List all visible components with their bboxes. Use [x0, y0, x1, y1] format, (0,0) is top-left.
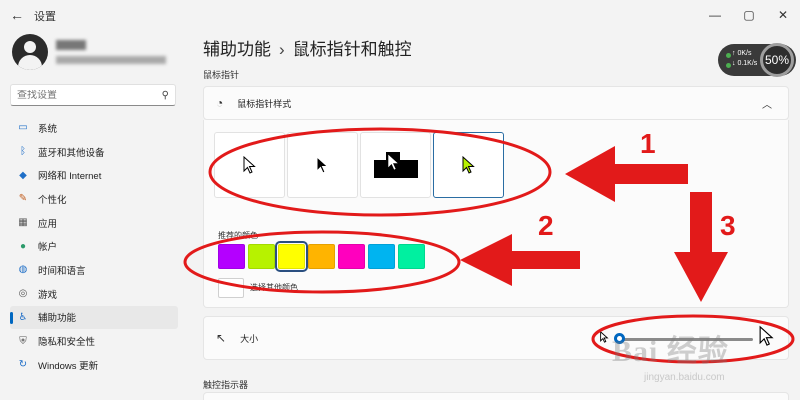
upload-dot-icon	[726, 53, 731, 58]
pointer-style-custom[interactable]	[433, 132, 504, 198]
app-title: 设置	[34, 11, 56, 23]
pointer-style-inverted[interactable]	[360, 132, 431, 198]
custom-color-cursor-icon	[462, 156, 475, 174]
touch-indicator-panel[interactable]	[203, 392, 789, 400]
white-cursor-icon	[243, 156, 256, 174]
color-swatch-4[interactable]	[338, 244, 365, 269]
pointer-style-white[interactable]	[214, 132, 285, 198]
avatar[interactable]	[12, 34, 48, 70]
sidebar-item-0[interactable]: ▭ 系统	[10, 116, 178, 140]
search-box[interactable]: ⚲	[10, 84, 176, 106]
sidebar-item-1[interactable]: ᛒ 蓝牙和其他设备	[10, 140, 178, 164]
custom-color-label: 选择其他颜色	[250, 283, 298, 292]
color-swatch-2[interactable]	[275, 241, 308, 272]
maximize-button[interactable]: ▢	[732, 0, 766, 30]
pointer-style-black[interactable]	[287, 132, 358, 198]
breadcrumb-parent[interactable]: 辅助功能	[203, 40, 271, 59]
sidebar-item-label: 辅助功能	[38, 313, 77, 325]
watermark: Bai 经验 jingyan.baidu.com	[612, 318, 792, 388]
search-input[interactable]	[17, 89, 147, 101]
account-icon: ●	[19, 240, 27, 252]
color-swatch-5[interactable]	[368, 244, 395, 269]
size-pointer-icon: ↖	[216, 331, 227, 345]
inverted-cursor-icon	[373, 152, 418, 178]
sidebar-item-label: 游戏	[38, 289, 58, 301]
sidebar-item-label: 帐户	[38, 242, 58, 254]
sidebar-item-9[interactable]: ⛨ 隐私和安全性	[10, 329, 178, 353]
sidebar-item-5[interactable]: ● 帐户	[10, 234, 178, 258]
sidebar-item-2[interactable]: ◆ 网络和 Internet	[10, 163, 178, 187]
sidebar-item-label: 隐私和安全性	[38, 337, 96, 349]
bluetooth-icon: ᛒ	[20, 146, 26, 158]
color-swatch-6[interactable]	[398, 244, 425, 269]
sidebar-nav: ▭ 系统 ᛒ 蓝牙和其他设备 ◆ 网络和 Internet ✎ 个性化 ▦ 应用 ● 帐户 ◍ 时间和语言…	[10, 116, 178, 377]
shield-icon: ⛨	[19, 335, 27, 347]
pointer-style-title: 鼠标指针样式	[237, 98, 292, 109]
usage-gauge: 50%	[760, 43, 794, 77]
sidebar-item-label: 系统	[38, 123, 58, 135]
download-dot-icon	[726, 63, 731, 68]
brush-icon: ✎	[18, 193, 28, 205]
section-mouse-pointer: 鼠标指针	[203, 70, 240, 80]
size-title: 大小	[240, 333, 259, 344]
sidebar-item-label: 应用	[38, 218, 58, 230]
avatar-body-shape	[18, 55, 42, 70]
annotation-number-1: 1	[640, 128, 656, 159]
pointer-style-body: 推荐的颜色 选择其他颜色	[203, 120, 789, 308]
update-icon: ↻	[18, 359, 28, 371]
pointer-style-icon: ◔	[216, 96, 224, 110]
sidebar-item-label: 蓝牙和其他设备	[38, 147, 105, 159]
recommended-colors-label: 推荐的颜色	[218, 231, 258, 240]
breadcrumb: 辅助功能 › 鼠标指针和触控	[203, 35, 412, 60]
back-arrow-icon[interactable]: ←	[8, 6, 26, 24]
annotation-number-3: 3	[720, 210, 736, 241]
watermark-url: jingyan.baidu.com	[644, 372, 725, 383]
accessibility-icon: ♿	[18, 311, 28, 323]
annotation-number-2: 2	[538, 210, 554, 241]
custom-color-button[interactable]	[218, 278, 244, 298]
color-swatch-0[interactable]	[218, 244, 245, 269]
sidebar-item-6[interactable]: ◍ 时间和语言	[10, 258, 178, 282]
chevron-up-icon[interactable]: ︿	[762, 96, 772, 111]
wifi-icon: ◆	[19, 169, 27, 181]
avatar-head-shape	[24, 41, 36, 53]
user-email-blurred	[56, 56, 166, 64]
close-button[interactable]: ✕	[766, 0, 800, 30]
sidebar-item-10[interactable]: ↻ Windows 更新	[10, 353, 178, 377]
sidebar-item-label: 时间和语言	[38, 265, 86, 277]
apps-icon: ▦	[18, 217, 28, 229]
watermark-brand: Bai 经验	[612, 335, 729, 368]
upload-rate: ↑ 0K/s	[732, 50, 752, 57]
sidebar-item-7[interactable]: ◎ 游戏	[10, 282, 178, 306]
user-name-blurred	[56, 40, 86, 50]
download-rate: ↓ 0.1K/s	[732, 60, 758, 67]
minimize-button[interactable]: —	[698, 0, 732, 30]
pointer-style-header[interactable]: ◔ 鼠标指针样式 ︿	[203, 86, 789, 120]
sidebar-item-label: Windows 更新	[38, 360, 99, 372]
sidebar-item-label: 个性化	[38, 194, 67, 206]
breadcrumb-separator: ›	[279, 40, 285, 59]
title-bar: ← 设置 — ▢ ✕	[0, 0, 800, 30]
search-icon[interactable]: ⚲	[162, 90, 169, 101]
small-cursor-icon	[600, 331, 609, 343]
section-touch-indicator: 触控指示器	[203, 380, 249, 390]
gamepad-icon: ◎	[18, 288, 28, 300]
page-title: 鼠标指针和触控	[292, 40, 412, 59]
sidebar-item-label: 网络和 Internet	[38, 171, 102, 183]
globe-icon: ◍	[18, 264, 28, 276]
sidebar-item-8[interactable]: ♿ 辅助功能	[10, 305, 178, 330]
black-cursor-icon	[316, 156, 329, 174]
monitor-icon: ▭	[18, 122, 28, 134]
sidebar-item-3[interactable]: ✎ 个性化	[10, 187, 178, 211]
sidebar-item-4[interactable]: ▦ 应用	[10, 211, 178, 235]
color-swatch-3[interactable]	[308, 244, 335, 269]
color-swatch-1[interactable]	[248, 244, 275, 269]
